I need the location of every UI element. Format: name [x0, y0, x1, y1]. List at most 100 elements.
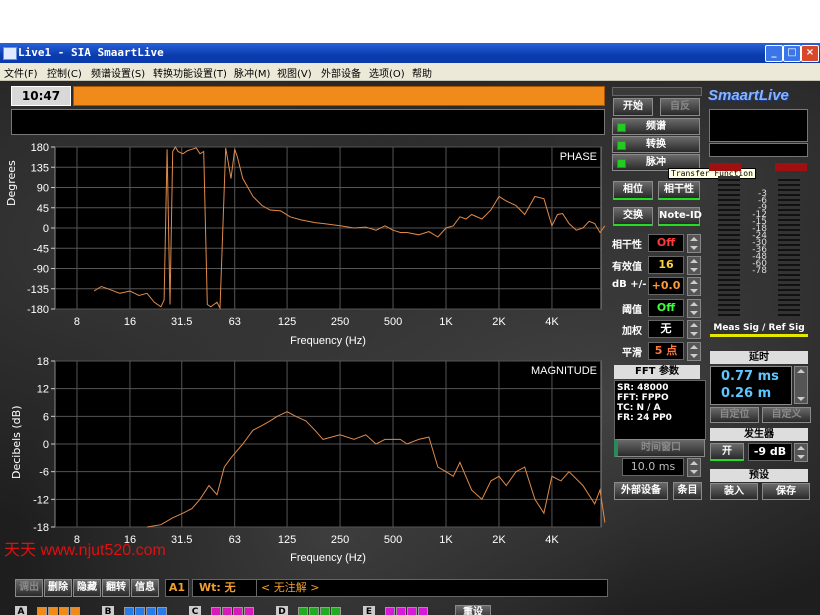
phase-ytick: -45 — [33, 243, 49, 255]
spectrum-led — [617, 123, 626, 132]
swap-button[interactable]: 交换 — [613, 207, 653, 226]
trace-slot[interactable] — [157, 607, 167, 615]
trace-slot[interactable] — [70, 607, 80, 615]
setting-value[interactable]: 16 — [648, 255, 684, 274]
setting-spinner[interactable] — [687, 320, 701, 339]
auto-button[interactable]: 自反 — [660, 98, 700, 116]
menu-transfer[interactable]: 转换功能设置(T) — [153, 65, 227, 80]
close-button[interactable]: × — [801, 45, 819, 62]
note-field[interactable]: < 无注解 > — [256, 579, 608, 597]
trace-group-label[interactable]: B — [102, 606, 114, 615]
watermark: 天天 www.njut520.com — [4, 542, 166, 559]
menu-impulse[interactable]: 脉冲(M) — [234, 65, 270, 80]
generator-spinner[interactable] — [794, 443, 808, 462]
entries-button[interactable]: 条目 — [673, 482, 702, 500]
trace-slot[interactable] — [385, 607, 395, 615]
mag-ytick: 18 — [37, 356, 49, 368]
trace-slot[interactable] — [320, 607, 330, 615]
menu-file[interactable]: 文件(F) — [4, 65, 38, 80]
load-button[interactable]: 装入 — [710, 483, 758, 500]
setting-value[interactable]: +0.0 — [648, 277, 684, 295]
mag-xlabel: Frequency (Hz) — [290, 552, 366, 564]
time-window-spinner[interactable] — [687, 458, 701, 477]
menu-view[interactable]: 视图(V) — [277, 65, 312, 80]
hide-button[interactable]: 隐藏 — [73, 579, 101, 597]
trace-slot[interactable] — [298, 607, 308, 615]
delay-find-button[interactable]: 自定位 — [710, 407, 759, 423]
trace-slot[interactable] — [48, 607, 58, 615]
preset-title: 预设 — [710, 469, 808, 482]
trace-slot[interactable] — [59, 607, 69, 615]
reset-button[interactable]: 重设 — [455, 605, 491, 615]
trace-group-label[interactable]: A — [15, 606, 27, 615]
trace-slot[interactable] — [407, 607, 417, 615]
setting-spinner[interactable] — [687, 234, 701, 253]
trace-slot[interactable] — [396, 607, 406, 615]
menu-help[interactable]: 帮助 — [412, 65, 432, 80]
mag-ytick: -12 — [33, 494, 49, 506]
trace-group-label[interactable]: E — [363, 606, 375, 615]
info-button[interactable]: 信息 — [131, 579, 159, 597]
trace-slot[interactable] — [146, 607, 156, 615]
setting-spinner[interactable] — [687, 341, 701, 361]
phase-chart: 180 135 90 45 0 -45 -90 -135 -180 8 16 31.5 63 125 25… — [27, 142, 606, 347]
setting-value[interactable]: Off — [648, 234, 684, 252]
phase-xtick: 2K — [492, 316, 506, 328]
phase-xtick: 250 — [331, 316, 349, 328]
generator-on-button[interactable]: 开 — [710, 443, 744, 461]
trace-slot[interactable] — [37, 607, 47, 615]
time-window-value[interactable]: 10.0 ms — [622, 458, 684, 476]
flip-button[interactable]: 翻转 — [102, 579, 130, 597]
save-button[interactable]: 保存 — [762, 483, 810, 500]
phase-button[interactable]: 相位 — [613, 181, 653, 200]
trace-slot[interactable] — [233, 607, 243, 615]
mag-ytick: 12 — [37, 384, 49, 396]
transfer-button[interactable]: 转换 — [612, 136, 700, 153]
setting-label: 平滑 — [622, 347, 642, 359]
setting-value[interactable]: 5 点 — [648, 341, 684, 360]
generator-title: 发生器 — [710, 428, 808, 441]
phase-plot-label: PHASE — [560, 151, 597, 163]
coherence-button[interactable]: 相干性 — [658, 181, 700, 200]
menu-external[interactable]: 外部设备 — [321, 65, 361, 80]
trace-slot[interactable] — [222, 607, 232, 615]
trace-slot[interactable] — [244, 607, 254, 615]
menu-control[interactable]: 控制(C) — [47, 65, 82, 80]
setting-spinner[interactable] — [687, 298, 701, 318]
setting-label: 相干性 — [612, 240, 642, 251]
setting-spinner[interactable] — [687, 255, 701, 275]
spectrum-button[interactable]: 频谱 — [612, 118, 700, 135]
trace-slot[interactable] — [331, 607, 341, 615]
trace-slot[interactable] — [124, 607, 134, 615]
trace-slot[interactable] — [135, 607, 145, 615]
trace-slot[interactable] — [309, 607, 319, 615]
trace-group-label[interactable]: D — [276, 606, 288, 615]
trace-slot[interactable] — [418, 607, 428, 615]
note-id-button[interactable]: Note-ID — [658, 207, 702, 226]
recall-button[interactable]: 调出 — [15, 579, 43, 597]
trace-slot[interactable] — [211, 607, 221, 615]
phase-xtick: 63 — [229, 316, 241, 328]
phase-ytick: -90 — [33, 264, 49, 276]
minimize-button[interactable]: _ — [765, 45, 783, 62]
setting-value[interactable]: 无 — [648, 320, 684, 338]
delay-insert-button[interactable]: 自定义 — [762, 407, 811, 423]
menu-spectrum[interactable]: 频谱设置(S) — [91, 65, 145, 80]
phase-ytick: 180 — [31, 142, 49, 154]
setting-label: dB +/- — [612, 279, 647, 290]
level-display — [709, 143, 808, 157]
setting-value[interactable]: Off — [648, 298, 684, 317]
trace-group-label[interactable]: C — [189, 606, 201, 615]
menu-options[interactable]: 选项(O) — [369, 65, 405, 80]
delay-spinner[interactable] — [794, 366, 808, 404]
setting-spinner[interactable] — [687, 277, 701, 296]
maximize-button[interactable]: □ — [783, 45, 801, 62]
time-window-button[interactable]: 时间窗口 — [614, 439, 705, 457]
title-bar: Live1 - SIA SmaartLive _ □ × — [0, 43, 820, 63]
start-button[interactable]: 开始 — [613, 98, 653, 116]
phase-ytick: 0 — [43, 223, 49, 235]
delete-button[interactable]: 删除 — [44, 579, 72, 597]
mag-plot-label: MAGNITUDE — [531, 365, 597, 377]
external-button[interactable]: 外部设备 — [614, 482, 668, 500]
generator-level[interactable]: -9 dB — [748, 443, 792, 461]
